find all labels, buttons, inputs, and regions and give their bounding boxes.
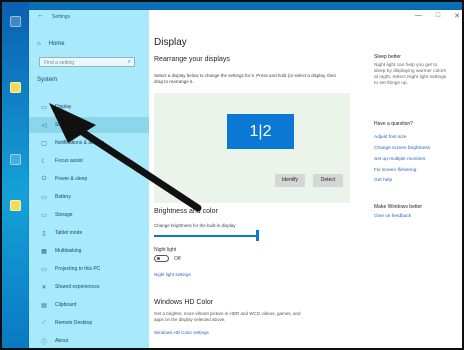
sidebar-item-multitasking[interactable]: ▦ Multitasking [29, 243, 149, 259]
night-light-state: Off [174, 256, 181, 262]
sidebar-item-storage[interactable]: ▭ Storage [29, 207, 149, 223]
detect-button[interactable]: Detect [313, 174, 343, 187]
home-icon: ⌂ [37, 41, 41, 47]
sidebar-item-label: Tablet mode [55, 230, 83, 236]
notification-icon: ▢ [41, 140, 47, 147]
sidebar-item-label: Multitasking [55, 248, 82, 254]
monitor-icon: ▭ [41, 104, 47, 111]
help-link[interactable]: Adjust font size [374, 135, 407, 140]
brightness-title: Brightness and color [154, 208, 218, 215]
brightness-slider-thumb[interactable] [256, 230, 259, 241]
home-link[interactable]: ⌂ Home [37, 41, 65, 47]
sidebar-item-label: Display [55, 104, 72, 110]
back-arrow-icon[interactable]: ← [37, 12, 44, 19]
sidebar-item-label: About [55, 338, 69, 344]
tablet-icon: ▯ [42, 230, 46, 237]
question-title: Have a question? [374, 121, 413, 127]
window-title: Settings [52, 14, 71, 20]
project-icon: ▭ [41, 266, 47, 273]
speaker-icon: ◁ [41, 122, 47, 129]
moon-icon: ☾ [41, 158, 47, 165]
share-icon: ✕ [41, 284, 47, 291]
sidebar-item-tablet-mode[interactable]: ▯ Tablet mode [29, 225, 149, 241]
sidebar-item-about[interactable]: ⓘ About [29, 333, 149, 348]
rearrange-title: Rearrange your displays [154, 56, 230, 63]
hd-color-title: Windows HD Color [154, 299, 214, 306]
info-icon: ⓘ [40, 339, 47, 346]
sidebar-item-clipboard[interactable]: ▤ Clipboard [29, 297, 149, 313]
brightness-description: Change brightness for the built-in displ… [154, 223, 236, 228]
hd-color-description: Get a brighter, more vibrant picture in … [154, 311, 301, 322]
sidebar-item-remote-desktop[interactable]: ⟋ Remote Desktop [29, 315, 149, 331]
desktop-icon[interactable] [10, 16, 21, 27]
monitor-tile[interactable]: 1|2 [227, 114, 294, 149]
help-link[interactable]: Change screen brightness [374, 146, 430, 151]
sidebar-item-power-sleep[interactable]: ⏻ Power & sleep [29, 171, 149, 187]
battery-icon: ▭ [41, 194, 47, 201]
sidebar-item-label: Battery [55, 194, 71, 200]
brightness-slider-track[interactable] [154, 235, 259, 237]
sidebar-item-battery[interactable]: ▭ Battery [29, 189, 149, 205]
display-content: Display Rearrange your displays Select a… [149, 10, 462, 348]
night-light-settings-link[interactable]: Night light settings [154, 272, 191, 277]
sidebar-item-label: Focus assist [55, 158, 83, 164]
home-label: Home [48, 41, 65, 47]
sidebar-item-label: Projecting to this PC [55, 266, 101, 272]
sleep-better-title: Sleep better [374, 54, 401, 60]
remote-icon: ⟋ [41, 319, 47, 326]
toggle-knob [157, 257, 160, 260]
feedback-link[interactable]: Give us feedback [374, 214, 411, 219]
sidebar-item-label: Shared experiences [55, 284, 100, 290]
search-placeholder: Find a setting [44, 60, 75, 66]
search-icon: ⌕ [127, 59, 131, 65]
clipboard-icon: ▤ [41, 302, 47, 309]
page-title: Display [154, 37, 187, 48]
hd-color-settings-link[interactable]: Windows HD Color settings [154, 330, 209, 335]
storage-icon: ▭ [41, 212, 47, 219]
help-link[interactable]: Set up multiple monitors [374, 157, 425, 162]
help-link[interactable]: Get help [374, 178, 392, 183]
sidebar-item-notifications[interactable]: ▢ Notifications & actions [29, 135, 149, 151]
settings-window: ← Settings — □ ✕ ⌂ Home Find a setting ⌕… [29, 10, 462, 348]
help-link[interactable]: Fix screen flickering [374, 168, 416, 173]
desktop-folder-icon[interactable] [10, 200, 21, 211]
night-light-label: Night light [154, 247, 177, 253]
multitask-icon: ▦ [41, 248, 47, 255]
search-input[interactable]: Find a setting ⌕ [39, 57, 135, 67]
sidebar-item-label: Remote Desktop [55, 320, 93, 326]
sidebar-item-shared-experiences[interactable]: ✕ Shared experiences [29, 279, 149, 295]
screen-frame: ← Settings — □ ✕ ⌂ Home Find a setting ⌕… [0, 0, 464, 350]
make-windows-better-title: Make Windows better [374, 204, 423, 210]
desktop-folder-icon[interactable] [10, 82, 21, 93]
sidebar-item-focus-assist[interactable]: ☾ Focus assist [29, 153, 149, 169]
identify-button[interactable]: Identify [275, 174, 305, 187]
sidebar-item-sound[interactable]: ◁ Sound [29, 117, 149, 133]
rearrange-description: Select a display below to change the set… [154, 73, 337, 84]
sleep-better-description: Night light can help you get to sleep by… [374, 63, 447, 86]
sidebar-item-label: Storage [55, 212, 73, 218]
sidebar-item-label: Clipboard [55, 302, 77, 308]
sidebar-item-projecting[interactable]: ▭ Projecting to this PC [29, 261, 149, 277]
sidebar-item-label: Sound [55, 122, 70, 128]
night-light-toggle[interactable] [154, 255, 169, 262]
desktop-icon[interactable] [10, 154, 21, 165]
sidebar-section-title: System [37, 77, 58, 83]
power-icon: ⏻ [41, 175, 47, 182]
sidebar-item-display[interactable]: ▭ Display [29, 99, 149, 115]
desktop-strip [2, 2, 29, 348]
sidebar-item-label: Power & sleep [55, 176, 88, 182]
sidebar-item-label: Notifications & actions [55, 140, 105, 146]
